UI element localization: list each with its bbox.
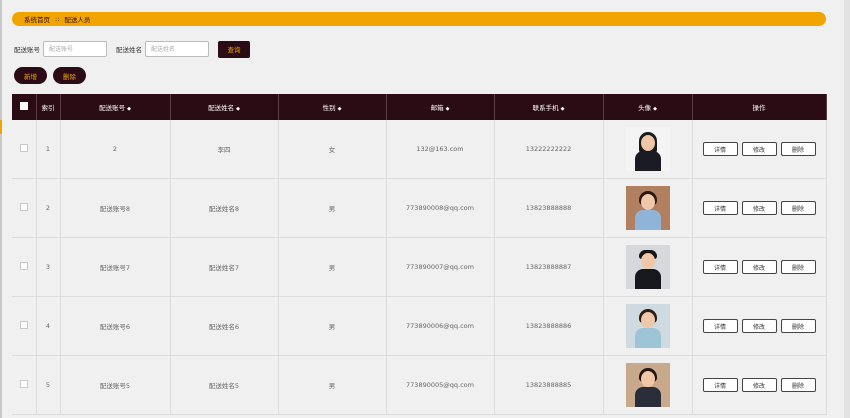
header-select-all[interactable] — [12, 94, 37, 120]
left-sidebar-edge — [0, 0, 2, 418]
breadcrumb-current: 配送人员 — [64, 16, 91, 24]
cell-phone: 13823888885 — [494, 355, 604, 415]
cell-name: 配送姓名7 — [170, 237, 279, 297]
cell-name: 李四 — [170, 120, 279, 179]
delete-button[interactable]: 删除 — [780, 142, 816, 156]
scrollbar[interactable] — [844, 0, 850, 418]
table-row: 2 配送账号8 配送姓名8 男 773890008@qq.com 1382388… — [12, 178, 827, 238]
header-account[interactable]: 配送账号 ◆ — [60, 94, 171, 120]
table-row: 1 2 李四 女 132@163.com 13222222222 详情 修改 删… — [12, 120, 827, 179]
sort-icon[interactable]: ◆ — [446, 106, 450, 112]
cell-gender: 女 — [278, 120, 387, 179]
breadcrumb: 系统首页 :: 配送人员 — [12, 12, 826, 26]
cell-phone: 13823888886 — [494, 296, 604, 356]
header-operations: 操作 — [692, 94, 827, 120]
cell-account: 配送账号6 — [60, 296, 171, 356]
delete-button[interactable]: 删除 — [780, 201, 816, 215]
account-search-input[interactable] — [43, 41, 107, 57]
header-email[interactable]: 邮箱 ◆ — [386, 94, 495, 120]
table-header-row: 索引 配送账号 ◆ 配送姓名 ◆ 性别 ◆ 邮箱 ◆ 联系手机 ◆ 头像 ◆ 操作 — [12, 94, 827, 120]
row-checkbox[interactable] — [19, 203, 28, 211]
edit-button[interactable]: 修改 — [741, 378, 777, 392]
cell-email: 773890008@qq.com — [386, 178, 495, 238]
cell-name: 配送姓名8 — [170, 178, 279, 238]
cell-index: 3 — [36, 237, 61, 297]
cell-gender: 男 — [278, 178, 387, 238]
cell-account: 2 — [60, 120, 171, 179]
detail-button[interactable]: 详情 — [702, 201, 738, 215]
delete-button[interactable]: 删除 — [780, 260, 816, 274]
row-checkbox[interactable] — [19, 144, 28, 152]
add-button[interactable]: 新增 — [14, 67, 47, 84]
table-row: 3 配送账号7 配送姓名7 男 773890007@qq.com 1382388… — [12, 237, 827, 297]
cell-name: 配送姓名5 — [170, 355, 279, 415]
cell-phone: 13823888888 — [494, 178, 604, 238]
detail-button[interactable]: 详情 — [702, 319, 738, 333]
row-checkbox[interactable] — [19, 380, 28, 388]
cell-account: 配送账号8 — [60, 178, 171, 238]
cell-email: 132@163.com — [386, 120, 495, 179]
name-label: 配送姓名 — [116, 46, 142, 54]
cell-index: 5 — [36, 355, 61, 415]
cell-index: 1 — [36, 120, 61, 179]
search-button[interactable]: 查询 — [218, 40, 250, 58]
select-all-checkbox[interactable] — [19, 102, 28, 110]
edit-button[interactable]: 修改 — [741, 260, 777, 274]
courier-table: 索引 配送账号 ◆ 配送姓名 ◆ 性别 ◆ 邮箱 ◆ 联系手机 ◆ 头像 ◆ 操作 1 2 … — [12, 94, 827, 415]
batch-delete-button[interactable]: 删除 — [53, 67, 86, 84]
edit-button[interactable]: 修改 — [741, 201, 777, 215]
cell-phone: 13222222222 — [494, 120, 604, 179]
breadcrumb-home[interactable]: 系统首页 — [24, 14, 50, 24]
name-search-input[interactable] — [145, 41, 209, 57]
edit-button[interactable]: 修改 — [741, 319, 777, 333]
avatar[interactable] — [625, 304, 670, 348]
action-bar: 新增 删除 — [14, 67, 86, 84]
sort-icon[interactable]: ◆ — [561, 106, 565, 112]
row-checkbox[interactable] — [19, 321, 28, 329]
cell-account: 配送账号5 — [60, 355, 171, 415]
cell-account: 配送账号7 — [60, 237, 171, 297]
search-form: 配送账号 配送姓名 查询 — [14, 40, 250, 58]
row-checkbox[interactable] — [19, 262, 28, 270]
account-label: 配送账号 — [14, 46, 40, 54]
sidebar-active-marker — [0, 120, 2, 134]
cell-email: 773890005@qq.com — [386, 355, 495, 415]
cell-gender: 男 — [278, 296, 387, 356]
cell-gender: 男 — [278, 237, 387, 297]
sort-icon[interactable]: ◆ — [338, 106, 342, 112]
cell-name: 配送姓名6 — [170, 296, 279, 356]
cell-email: 773890006@qq.com — [386, 296, 495, 356]
delete-button[interactable]: 删除 — [780, 378, 816, 392]
detail-button[interactable]: 详情 — [702, 260, 738, 274]
sort-icon[interactable]: ◆ — [236, 106, 240, 112]
cell-gender: 男 — [278, 355, 387, 415]
header-index: 索引 — [36, 94, 61, 120]
header-avatar[interactable]: 头像 ◆ — [603, 94, 693, 120]
avatar[interactable] — [625, 245, 670, 289]
sort-icon[interactable]: ◆ — [653, 106, 657, 112]
sort-icon[interactable]: ◆ — [127, 106, 131, 112]
avatar[interactable] — [625, 363, 670, 407]
avatar[interactable] — [625, 127, 670, 171]
cell-index: 4 — [36, 296, 61, 356]
delete-button[interactable]: 删除 — [780, 319, 816, 333]
cell-index: 2 — [36, 178, 61, 238]
header-gender[interactable]: 性别 ◆ — [278, 94, 387, 120]
cell-phone: 13823888887 — [494, 237, 604, 297]
breadcrumb-separator: :: — [55, 15, 60, 23]
table-row: 5 配送账号5 配送姓名5 男 773890005@qq.com 1382388… — [12, 355, 827, 415]
header-name[interactable]: 配送姓名 ◆ — [170, 94, 279, 120]
header-phone[interactable]: 联系手机 ◆ — [494, 94, 604, 120]
avatar[interactable] — [625, 186, 670, 230]
cell-email: 773890007@qq.com — [386, 237, 495, 297]
detail-button[interactable]: 详情 — [702, 378, 738, 392]
edit-button[interactable]: 修改 — [741, 142, 777, 156]
detail-button[interactable]: 详情 — [702, 142, 738, 156]
table-row: 4 配送账号6 配送姓名6 男 773890006@qq.com 1382388… — [12, 296, 827, 356]
